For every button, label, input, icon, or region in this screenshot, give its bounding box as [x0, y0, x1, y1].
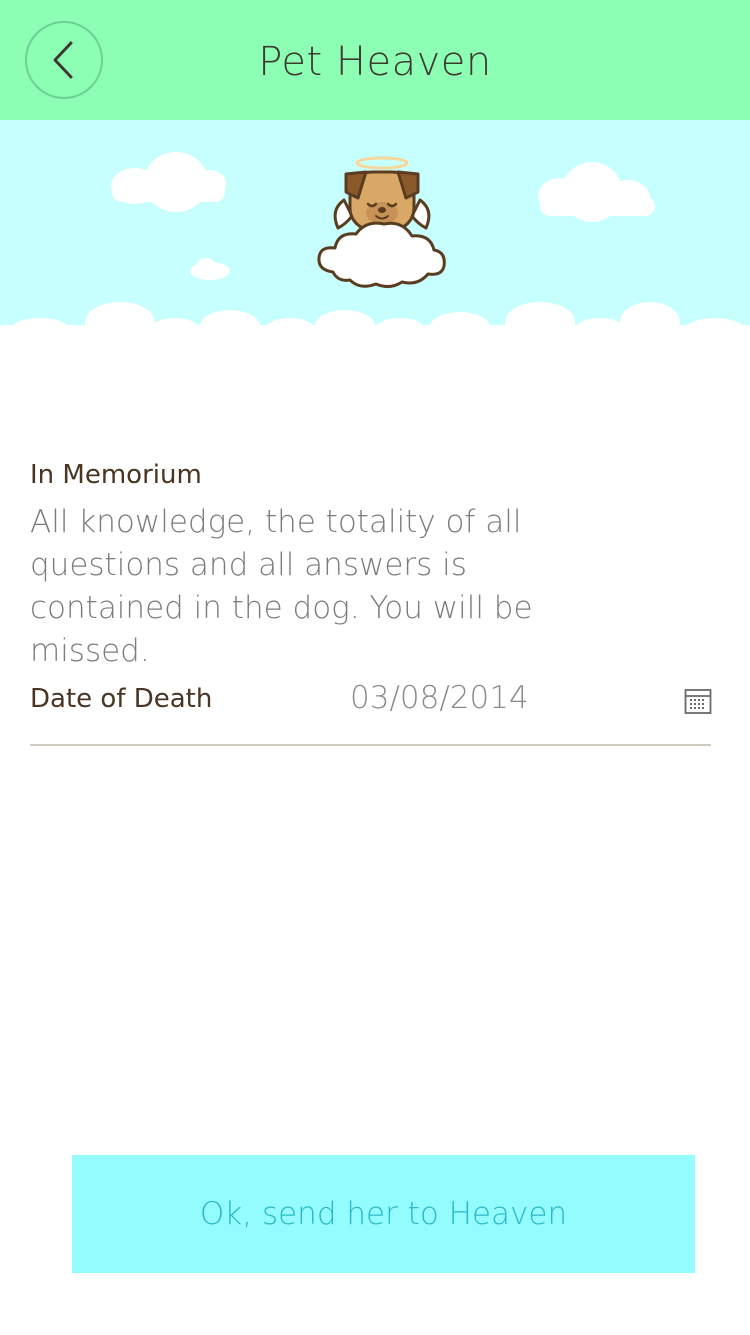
app-header: Pet Heaven: [0, 0, 750, 120]
page-title: Pet Heaven: [258, 39, 492, 85]
memorium-message: All knowledge, the totality of all quest…: [30, 504, 533, 669]
calendar-icon[interactable]: [684, 687, 712, 715]
back-button[interactable]: [25, 21, 103, 99]
date-of-death-value[interactable]: 03/08/2014: [350, 680, 529, 716]
send-to-heaven-button[interactable]: Ok, send her to Heaven: [72, 1155, 695, 1273]
date-of-death-row[interactable]: Date of Death 03/08/2014: [30, 672, 712, 746]
angel-dog-icon: [317, 156, 446, 289]
date-of-death-label: Date of Death: [30, 684, 213, 714]
heaven-banner: [0, 120, 750, 335]
back-arrow-icon: [53, 41, 73, 79]
clouds-illustration: [0, 152, 750, 335]
in-memorium-label: In Memorium: [30, 460, 202, 490]
